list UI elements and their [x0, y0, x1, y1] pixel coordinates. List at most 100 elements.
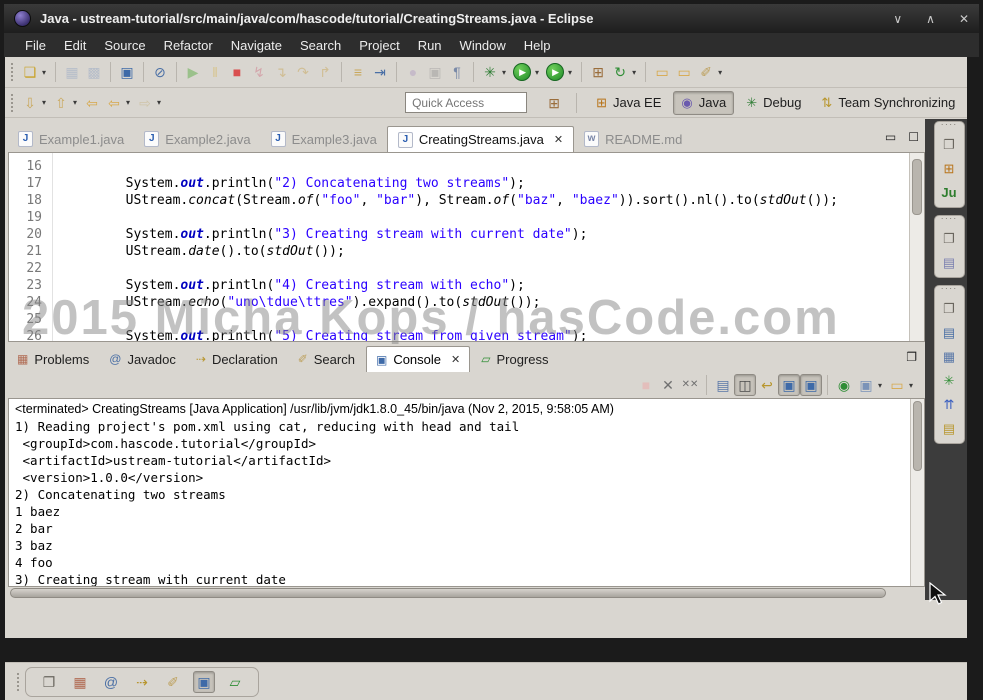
servers-view-icon[interactable]: ▤ — [938, 322, 960, 342]
terminate-icon[interactable]: ■ — [226, 61, 248, 83]
progress-icon[interactable]: ▱ — [224, 671, 246, 693]
external-tools-icon[interactable]: ▶ — [546, 63, 564, 81]
previous-annotation-icon[interactable]: ⇧ — [50, 92, 72, 114]
display-console-dropdown[interactable]: ▾ — [878, 381, 882, 390]
toolbar-grip[interactable] — [17, 673, 19, 691]
properties-view-icon[interactable]: ▦ — [938, 346, 960, 366]
editor-scrollbar[interactable] — [909, 153, 924, 341]
display-console-icon[interactable]: ▣ — [855, 374, 877, 396]
run-icon[interactable]: ▶ — [513, 63, 531, 81]
restore-view-icon[interactable]: ❐ — [906, 350, 917, 364]
close-icon[interactable]: ✕ — [554, 133, 563, 146]
scrollbar-thumb[interactable] — [912, 159, 922, 215]
grip-handle[interactable]: ⋅⋅⋅⋅ — [941, 216, 958, 224]
javadoc-icon[interactable]: @ — [100, 671, 122, 693]
outline-view-icon[interactable]: ▤ — [938, 252, 960, 272]
open-console-view-icon[interactable]: ▣ — [116, 61, 138, 83]
menu-project[interactable]: Project — [350, 36, 408, 55]
skip-breakpoints-icon[interactable]: ⊘ — [149, 61, 171, 83]
perspective-java-ee[interactable]: ⊞Java EE — [588, 91, 669, 115]
console-tab-declaration[interactable]: ⇢Declaration — [187, 346, 287, 372]
maximize-view-icon[interactable]: ☐ — [908, 130, 919, 144]
code-area[interactable]: System.out.println("2) Concatenating two… — [53, 153, 909, 341]
console-tab-search[interactable]: ✐Search — [289, 346, 364, 372]
show-stderr-icon[interactable]: ▣ — [800, 374, 822, 396]
console-tab-progress[interactable]: ▱Progress — [472, 346, 557, 372]
next-annotation-icon[interactable]: ⇩ — [19, 92, 41, 114]
search-dropdown[interactable]: ▾ — [718, 68, 722, 77]
restore-view-icon[interactable]: ❐ — [938, 228, 960, 248]
minimize-button[interactable]: ∨ — [893, 12, 902, 26]
console-scrollbar[interactable] — [910, 399, 924, 586]
update-project-dropdown[interactable]: ▾ — [632, 68, 636, 77]
quick-access-input[interactable] — [405, 92, 527, 113]
new-wizard-dropdown[interactable]: ▾ — [42, 68, 46, 77]
back-dropdown[interactable]: ▾ — [126, 98, 130, 107]
new-java-project-icon[interactable]: ⊞ — [587, 61, 609, 83]
show-whitespace-icon[interactable]: ¶ — [446, 61, 468, 83]
open-console-dropdown[interactable]: ▾ — [909, 381, 913, 390]
console-hscrollbar[interactable] — [8, 587, 911, 600]
menu-file[interactable]: File — [16, 36, 55, 55]
previous-annotation-dropdown[interactable]: ▾ — [73, 98, 77, 107]
open-resource-icon[interactable]: ▭ — [673, 61, 695, 83]
menu-edit[interactable]: Edit — [55, 36, 95, 55]
restore-view-icon[interactable]: ❐ — [938, 134, 960, 154]
new-wizard-icon[interactable]: ❏ — [19, 61, 41, 83]
search-view-icon[interactable]: ✐ — [162, 671, 184, 693]
perspective-java[interactable]: ◉Java — [673, 91, 734, 115]
history-view-icon[interactable]: ▤ — [938, 418, 960, 438]
clear-console-icon[interactable]: ▤ — [712, 374, 734, 396]
scrollbar-thumb[interactable] — [10, 588, 886, 598]
editor-tab-readme-md[interactable]: wREADME.md — [574, 126, 692, 152]
open-type-icon[interactable]: ▭ — [651, 61, 673, 83]
grip-handle[interactable]: ⋅⋅⋅⋅ — [941, 122, 958, 130]
menu-run[interactable]: Run — [409, 36, 451, 55]
toolbar-grip[interactable] — [11, 63, 13, 81]
update-project-icon[interactable]: ↻ — [609, 61, 631, 83]
console-tab-javadoc[interactable]: @Javadoc — [100, 346, 185, 372]
console-icon[interactable]: ▣ — [193, 671, 215, 693]
maximize-button[interactable]: ∧ — [926, 12, 935, 26]
remove-all-launches-icon[interactable]: ✕✕ — [679, 374, 701, 396]
scrollbar-thumb[interactable] — [913, 401, 922, 471]
declaration-icon[interactable]: ⇢ — [131, 671, 153, 693]
run-history-icon[interactable]: ≡ — [347, 61, 369, 83]
open-console-icon[interactable]: ▭ — [886, 374, 908, 396]
external-tools-dropdown[interactable]: ▾ — [568, 68, 572, 77]
perspective-team-synchronizing[interactable]: ⇅Team Synchronizing — [813, 91, 963, 115]
menu-navigate[interactable]: Navigate — [222, 36, 291, 55]
open-perspective-icon[interactable]: ⊞ — [543, 92, 565, 114]
back-icon[interactable]: ⇦ — [103, 92, 125, 114]
pin-console-icon[interactable]: ◉ — [833, 374, 855, 396]
restore-view-icon[interactable]: ❐ — [938, 298, 960, 318]
scroll-lock-icon[interactable]: ◫ — [734, 374, 756, 396]
close-button[interactable]: ✕ — [959, 12, 969, 26]
hierarchy-view-icon[interactable]: ⊞ — [938, 158, 960, 178]
junit-view-icon[interactable]: Ju — [938, 182, 960, 202]
debug-dropdown[interactable]: ▾ — [502, 68, 506, 77]
run-dropdown[interactable]: ▾ — [535, 68, 539, 77]
remove-launch-icon[interactable]: ✕ — [657, 374, 679, 396]
search-icon[interactable]: ✐ — [695, 61, 717, 83]
next-annotation-dropdown[interactable]: ▾ — [42, 98, 46, 107]
menu-help[interactable]: Help — [515, 36, 560, 55]
problems-icon[interactable]: ▦ — [69, 671, 91, 693]
word-wrap-icon[interactable]: ↩ — [756, 374, 778, 396]
debug-icon[interactable]: ✳ — [479, 61, 501, 83]
menu-refactor[interactable]: Refactor — [155, 36, 222, 55]
close-icon[interactable]: ✕ — [451, 353, 460, 366]
perspective-debug[interactable]: ✳Debug — [738, 91, 809, 115]
last-edit-location-icon[interactable]: ⇦ — [81, 92, 103, 114]
console-body[interactable]: <terminated> CreatingStreams [Java Appli… — [8, 398, 925, 587]
forward-dropdown[interactable]: ▾ — [157, 98, 161, 107]
console-tab-problems[interactable]: ▦Problems — [8, 346, 98, 372]
editor-body[interactable]: 1617181920212223242526 System.out.printl… — [8, 152, 925, 342]
editor-tab-example2-java[interactable]: JExample2.java — [134, 126, 260, 152]
menu-search[interactable]: Search — [291, 36, 350, 55]
forward-icon[interactable]: ⇨ — [134, 92, 156, 114]
toolbar-grip[interactable] — [11, 94, 13, 112]
editor-tab-example3-java[interactable]: JExample3.java — [261, 126, 387, 152]
console-tab-console[interactable]: ▣Console✕ — [366, 346, 470, 372]
step-filters-icon[interactable]: ⇥ — [369, 61, 391, 83]
